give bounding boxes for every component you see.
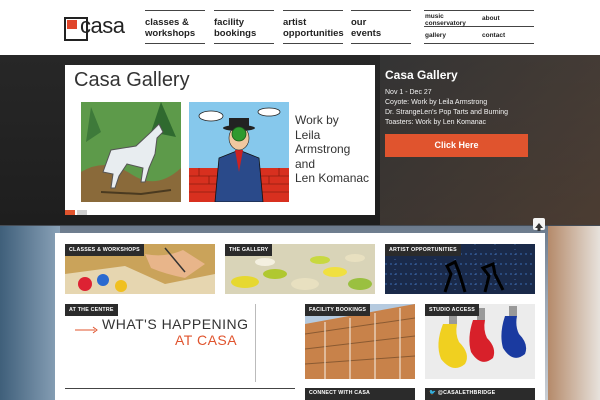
slider-dot-active[interactable] [65, 210, 75, 215]
nav-classes-line2: workshops [145, 28, 196, 39]
whats-happening-line2: AT CASA [175, 332, 238, 348]
nav-music-line1: music [425, 13, 444, 20]
background-building-left [0, 226, 60, 400]
hero-info-dates: Nov 1 - Dec 27 [385, 89, 432, 96]
click-here-button[interactable]: Click Here [385, 134, 528, 157]
hero-info-panel: Casa Gallery Nov 1 - Dec 27 Coyote: Work… [385, 68, 555, 128]
slider-pagination [65, 210, 87, 216]
tile-tag-studio-access: STUDIO ACCESS [425, 304, 479, 316]
hero-info-title: Casa Gallery [385, 68, 458, 82]
nav-our-events[interactable]: our events [351, 10, 411, 44]
nav-classes-workshops[interactable]: classes & workshops [145, 10, 205, 44]
tile-the-gallery[interactable]: THE GALLERY [225, 244, 375, 294]
tile-twitter[interactable]: 🐦 @CASALETHBRIDGE [425, 388, 535, 400]
coyote-artwork [81, 102, 181, 202]
tile-tag-classes-workshops: CLASSES & WORKSHOPS [65, 244, 144, 256]
arrow-right-icon [75, 326, 98, 334]
whats-happening-line1: WHAT'S HAPPENING [102, 316, 249, 332]
tile-tag-connect: CONNECT WITH CASA [305, 388, 375, 399]
bowler-hat-man-artwork [189, 102, 289, 202]
nav-about[interactable]: about [482, 15, 500, 22]
nav-rule-top [424, 10, 534, 11]
nav-facility-line1: facility [214, 17, 245, 28]
nav-artist-line2: opportunities [283, 28, 344, 39]
nav-facility-bookings[interactable]: facility bookings [214, 10, 274, 44]
background-building-right [548, 226, 600, 400]
nav-facility-line2: bookings [214, 28, 257, 39]
tile-connect-with-casa[interactable]: CONNECT WITH CASA [305, 388, 415, 400]
nav-events-line2: events [351, 28, 382, 39]
tile-facility-bookings[interactable]: FACILITY BOOKINGS [305, 304, 415, 379]
hero-work-line3: Armstrong [295, 142, 351, 156]
logo-text: casa [80, 13, 125, 38]
hero-card-title: Casa Gallery [74, 69, 190, 91]
nav-contact[interactable]: contact [482, 32, 505, 39]
nav-events-line1: our [351, 17, 367, 28]
tile-tag-twitter: 🐦 @CASALETHBRIDGE [425, 388, 500, 399]
nav-gallery[interactable]: gallery [425, 32, 446, 39]
hero-info-line-coyote: Coyote: Work by Leila Armstrong [385, 99, 488, 106]
tile-at-the-centre[interactable]: AT THE CENTRE WHAT'S HAPPENING AT CASA [65, 304, 295, 382]
nav-music-conservatory[interactable]: music conservatory [425, 13, 466, 27]
nav-music-line2: conservatory [425, 20, 466, 27]
nav-artist-line1: artist [283, 17, 307, 28]
twitter-icon: 🐦 [429, 390, 437, 396]
tile-tag-artist-opportunities: ARTIST OPPORTUNITIES [385, 244, 461, 256]
tile-tag-at-the-centre: AT THE CENTRE [65, 304, 118, 316]
nav-classes-line1: classes & [145, 17, 189, 28]
site-header: casa classes & workshops facility bookin… [0, 0, 600, 55]
content-grid: CLASSES & WORKSHOPS THE GALLERY ARTIST O… [55, 233, 545, 400]
nav-artist-opportunities[interactable]: artist opportunities [283, 10, 344, 44]
tile-tag-the-gallery: THE GALLERY [225, 244, 273, 256]
logo-red-block-icon [67, 20, 77, 29]
slider-dot[interactable] [77, 210, 87, 215]
hero-info-line-toasters: Toasters: Work by Len Komanac [385, 119, 487, 126]
hero-work-line1: Work by [295, 113, 339, 127]
twitter-handle: @CASALETHBRIDGE [437, 390, 496, 396]
hero-work-line4: and [295, 156, 316, 171]
tile-artist-opportunities[interactable]: ARTIST OPPORTUNITIES [385, 244, 535, 294]
nav-rule-bottom [424, 43, 534, 44]
scroll-to-top-button[interactable] [533, 218, 545, 231]
hero-card-work-text: Work by Leila Armstrong and Len Komanac [295, 113, 375, 186]
hero-info-line-poptarts: Dr. StrangeLen's Pop Tarts and Burning [385, 109, 509, 116]
tile-divider [255, 304, 256, 382]
section-divider [65, 388, 295, 389]
casa-logo[interactable]: casa [64, 13, 136, 45]
tile-studio-access[interactable]: STUDIO ACCESS [425, 304, 535, 379]
hero-slide[interactable]: Casa Gallery Work by Leila Armstrong and… [65, 65, 375, 215]
tile-classes-workshops[interactable]: CLASSES & WORKSHOPS [65, 244, 215, 294]
arrow-up-icon [535, 223, 543, 231]
hero-work-line2: Leila [295, 127, 321, 142]
tile-tag-facility-bookings: FACILITY BOOKINGS [305, 304, 371, 316]
hero-work-line5: Len Komanac [295, 171, 370, 185]
